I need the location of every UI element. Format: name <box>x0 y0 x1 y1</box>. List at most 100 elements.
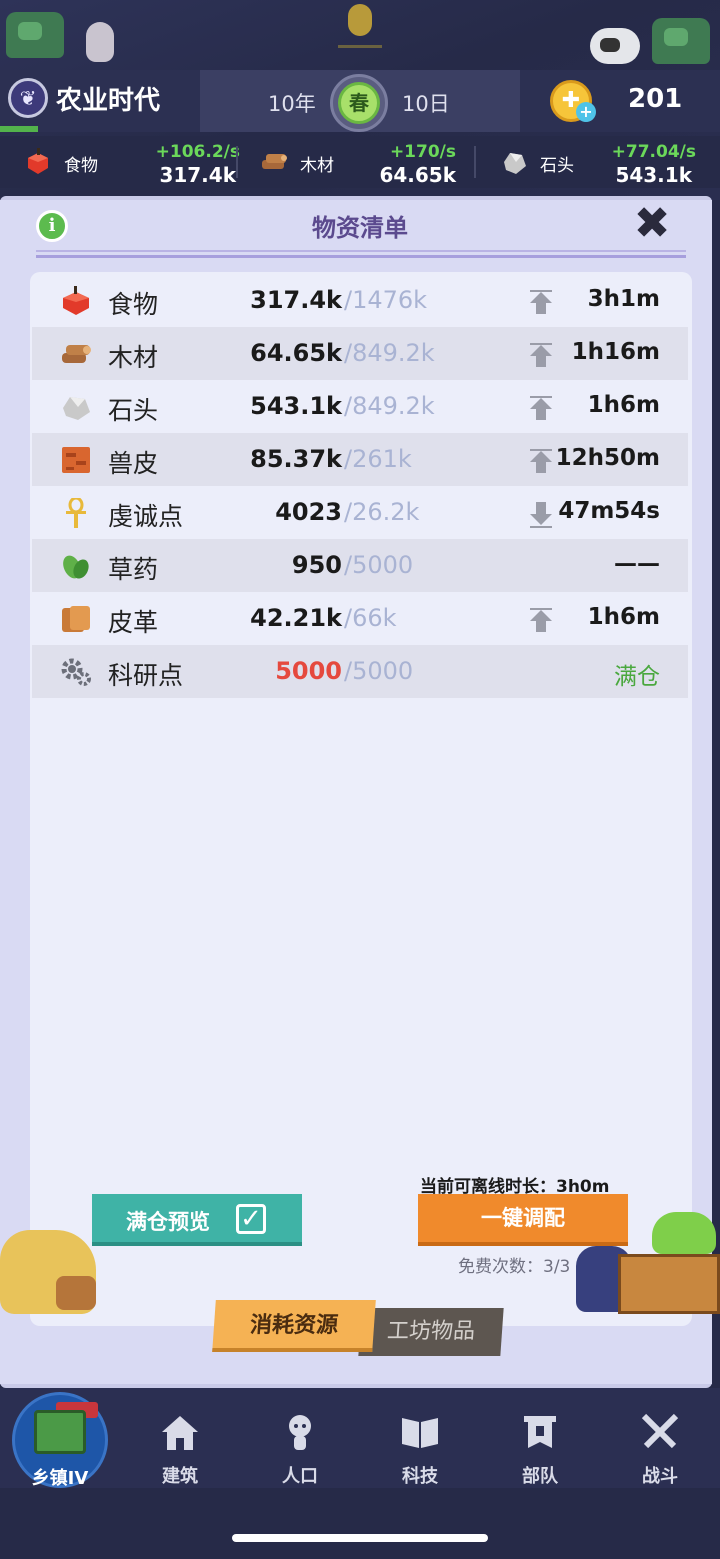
inventory-list: 食物 317.4k /1476k 3h1m 木材 64.65k /849.2k … <box>30 272 692 1326</box>
resource-strip: 食物 +106.2/s 317.4k 木材 +170/s 64.65k 石头 +… <box>0 136 720 188</box>
grain-sack-decoration <box>0 1230 96 1314</box>
season-label: 春 <box>338 82 380 124</box>
tab-workshop-items[interactable]: 工坊物品 <box>358 1308 504 1356</box>
swords-icon <box>641 1413 679 1449</box>
nav-technology[interactable]: 科技 <box>360 1388 480 1488</box>
item-name: 食物 <box>108 290 159 319</box>
item-time: 1h16m <box>571 339 660 365</box>
item-time: 3h1m <box>587 286 660 312</box>
checkbox-icon[interactable]: ✓ <box>236 1204 266 1234</box>
inventory-row-faith[interactable]: 虔诚点 4023 /26.2k 47m54s <box>32 486 688 539</box>
bunny-decoration <box>86 22 114 62</box>
button-label: 满仓预览 <box>126 1210 210 1234</box>
date-year: 10年 <box>268 92 316 116</box>
arrow-up-icon <box>530 449 552 473</box>
item-name: 科研点 <box>108 661 184 690</box>
item-capacity: /261k <box>344 445 412 473</box>
resource-value: 543.1k <box>615 163 692 187</box>
divider <box>474 146 476 178</box>
item-name: 兽皮 <box>108 449 159 478</box>
item-name: 虔诚点 <box>108 502 184 531</box>
resource-name: 石头 <box>540 156 574 176</box>
inventory-row-wood[interactable]: 木材 64.65k /849.2k 1h16m <box>32 327 688 380</box>
era-title: 农业时代 <box>56 86 161 116</box>
arrow-down-icon <box>530 502 552 528</box>
nav-label: 建筑 <box>162 1466 198 1487</box>
arrow-up-icon <box>530 343 552 367</box>
nav-label: 战斗 <box>642 1466 678 1487</box>
item-time: 1h6m <box>587 392 660 418</box>
item-status: 满仓 <box>614 664 660 690</box>
inventory-row-herb[interactable]: 草药 950 /5000 —— <box>32 539 688 592</box>
nav-battle[interactable]: 战斗 <box>600 1388 720 1488</box>
frog-decoration <box>652 1212 716 1254</box>
inventory-row-stone[interactable]: 石头 543.1k /849.2k 1h6m <box>32 380 688 433</box>
nav-town[interactable]: 乡镇IV <box>0 1388 120 1489</box>
auto-allocate-button[interactable]: 一键调配 <box>418 1194 628 1246</box>
home-indicator[interactable] <box>232 1534 488 1542</box>
resource-rate: +106.2/s <box>155 142 240 162</box>
tab-consume-resources[interactable]: 消耗资源 <box>212 1300 376 1352</box>
item-capacity: /66k <box>344 604 397 632</box>
item-time: —— <box>614 551 660 577</box>
ankh-icon <box>66 498 86 528</box>
hide-icon <box>62 447 90 473</box>
title-divider <box>36 250 686 258</box>
item-capacity: /849.2k <box>344 339 435 367</box>
gears-icon <box>61 658 91 686</box>
apple-icon <box>28 148 48 174</box>
castle-icon <box>34 1410 86 1454</box>
resource-stone[interactable]: 石头 +77.04/s 543.1k <box>500 136 700 188</box>
full-preview-button[interactable]: 满仓预览 ✓ <box>92 1194 302 1246</box>
era-panel[interactable]: ❦ 农业时代 <box>0 70 200 132</box>
resource-value: 317.4k <box>159 163 236 187</box>
nav-population[interactable]: 人口 <box>240 1388 360 1488</box>
resource-wood[interactable]: 木材 +170/s 64.65k <box>260 136 460 188</box>
season-badge[interactable]: 春 <box>330 74 388 132</box>
person-icon <box>289 1415 311 1450</box>
banner-icon <box>524 1416 556 1448</box>
tree-decoration <box>6 12 64 58</box>
item-name: 草药 <box>108 555 159 584</box>
inventory-row-research[interactable]: 科研点 5000 /5000 满仓 <box>32 645 688 698</box>
arrow-up-icon <box>530 608 552 632</box>
item-name: 木材 <box>108 343 159 372</box>
coins-panel[interactable]: ✚ + 201 <box>520 70 720 132</box>
resource-food[interactable]: 食物 +106.2/s 317.4k <box>24 136 240 188</box>
item-time: 47m54s <box>558 498 660 524</box>
nav-troops[interactable]: 部队 <box>480 1388 600 1488</box>
house-icon <box>162 1416 198 1450</box>
item-capacity: /5000 <box>344 657 414 685</box>
top-header: ❦ 农业时代 10年 春 10日 ✚ + 201 <box>0 70 720 132</box>
arrow-up-icon <box>530 396 552 420</box>
free-count: 免费次数：3/3 <box>458 1257 571 1277</box>
item-capacity: /1476k <box>344 286 428 314</box>
resource-rate: +170/s <box>389 142 456 162</box>
nav-label: 乡镇IV <box>31 1468 89 1489</box>
item-current: 5000 <box>275 657 342 685</box>
date-day: 10日 <box>402 92 450 116</box>
stone-icon <box>63 397 90 420</box>
add-coins-icon[interactable]: + <box>576 102 596 122</box>
close-icon[interactable]: ✖ <box>630 202 674 246</box>
item-name: 石头 <box>108 396 159 425</box>
inventory-row-food[interactable]: 食物 317.4k /1476k 3h1m <box>32 274 688 327</box>
era-progress-bar <box>0 126 38 132</box>
item-time: 1h6m <box>587 604 660 630</box>
item-current: 85.37k <box>250 445 342 473</box>
wood-icon <box>262 154 287 169</box>
apple-icon <box>63 286 89 315</box>
book-icon <box>402 1418 438 1448</box>
inventory-row-leather[interactable]: 皮革 42.21k /66k 1h6m <box>32 592 688 645</box>
item-time: 12h50m <box>555 445 660 471</box>
resource-name: 木材 <box>300 156 334 176</box>
item-current: 317.4k <box>250 286 342 314</box>
nav-label: 科技 <box>402 1466 438 1487</box>
inventory-row-hide[interactable]: 兽皮 85.37k /261k 12h50m <box>32 433 688 486</box>
wood-icon <box>62 345 91 363</box>
nav-building[interactable]: 建筑 <box>120 1388 240 1488</box>
item-capacity: /26.2k <box>344 498 420 526</box>
divider <box>236 146 238 178</box>
stone-icon <box>504 153 526 174</box>
item-current: 950 <box>291 551 342 579</box>
